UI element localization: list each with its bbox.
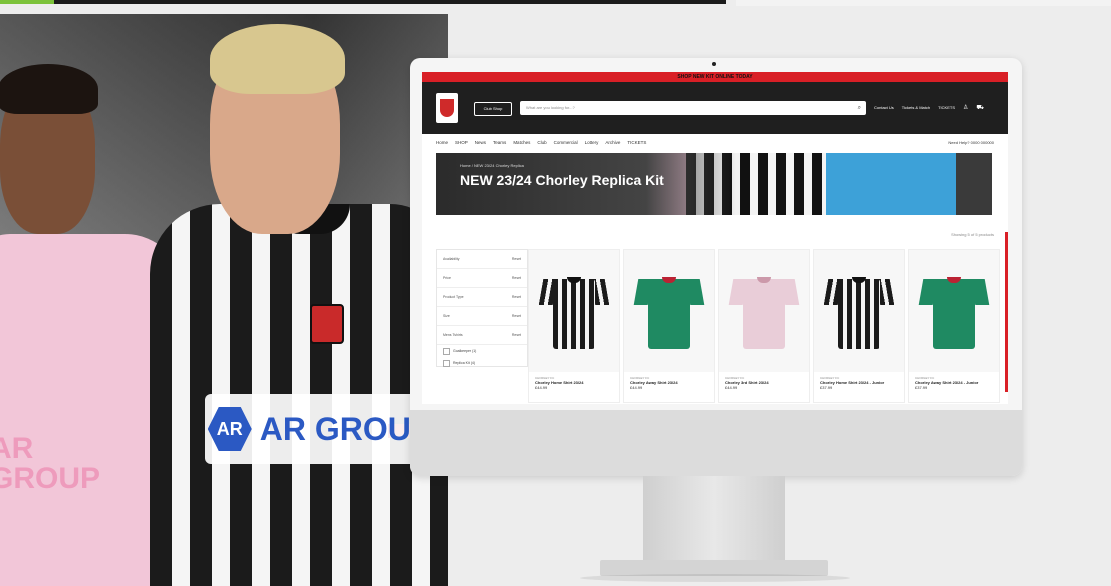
monitor-stand: [643, 476, 785, 562]
menu-item-matches[interactable]: Matches: [513, 140, 530, 145]
filter-price[interactable]: Price Reset: [437, 269, 527, 288]
hero-photo: AR GROUP AR AR GROUP: [0, 14, 448, 586]
main-menu: Home SHOP News Teams Matches Club Commer…: [436, 140, 646, 145]
menu-item-archive[interactable]: Archive: [605, 140, 620, 145]
monitor-shadow: [580, 574, 850, 582]
product-price: £37.99: [915, 385, 928, 390]
accent-bar-dark: [54, 0, 726, 4]
right-sponsor-logo: AR AR GROUP: [205, 394, 435, 464]
product-grid: CHORLEY FC Chorley Home Shirt 23/24 £44.99…: [528, 249, 1000, 403]
product-card[interactable]: CHORLEY FC Chorley Home Shirt 23/24 £44.99: [528, 249, 620, 403]
filter-mens-tshirts[interactable]: Mens Tshirts Reset: [437, 326, 527, 345]
site-header: Club Shop What are you looking for...? ⌕…: [422, 82, 1008, 134]
filter-size[interactable]: Size Reset: [437, 307, 527, 326]
product-price: £37.99: [820, 385, 833, 390]
menu-item-home[interactable]: Home: [436, 140, 448, 145]
menu-item-tickets[interactable]: TICKETS: [627, 140, 646, 145]
search-input[interactable]: What are you looking for...? ⌕: [520, 101, 866, 115]
product-card[interactable]: CHORLEY FC Chorley Home Shirt 23/24 - Jun…: [813, 249, 905, 403]
header-link-tickets-match[interactable]: Tickets & Match: [902, 102, 930, 114]
menu-item-lottery[interactable]: Lottery: [585, 140, 599, 145]
product-card[interactable]: CHORLEY FC Chorley Away Shirt 23/24 £44.99: [623, 249, 715, 403]
club-shop-button[interactable]: Club Shop: [474, 102, 512, 116]
account-icon[interactable]: ♙: [963, 102, 968, 114]
product-card[interactable]: CHORLEY FC Chorley Away Shirt 23/24 - Jun…: [908, 249, 1000, 403]
announcement-bar[interactable]: SHOP NEW KIT ONLINE TODAY: [422, 72, 1008, 82]
product-card[interactable]: CHORLEY FC Chorley 3rd Shirt 23/24 £44.99: [718, 249, 810, 403]
results-count: Showing 5 of 5 products: [951, 232, 994, 237]
header-link-tickets[interactable]: TICKETS: [938, 102, 955, 114]
search-placeholder: What are you looking for...?: [526, 105, 575, 110]
club-crest-logo[interactable]: [436, 93, 458, 123]
player-right-image: AR AR GROUP: [150, 24, 448, 586]
shirt-image: [728, 271, 800, 351]
filter-checkbox-goalkeeper[interactable]: Goalkeeper (1): [437, 345, 527, 357]
monitor-chin: [410, 410, 1022, 476]
page-title: NEW 23/24 Chorley Replica Kit: [460, 172, 664, 188]
right-sponsor-text: AR GROUP: [259, 411, 433, 447]
shirt-image: [823, 271, 895, 351]
left-sponsor-text: AR GROUP: [0, 432, 101, 495]
menu-item-commercial[interactable]: Commercial: [554, 140, 578, 145]
shirt-image: [918, 271, 990, 351]
menu-item-teams[interactable]: Teams: [493, 140, 506, 145]
header-links: Contact Us Tickets & Match TICKETS ♙ ⛟: [874, 102, 984, 114]
menu-item-news[interactable]: News: [475, 140, 486, 145]
filter-sidebar: Availability Reset Price Reset Product Typ…: [436, 249, 528, 367]
menu-item-club[interactable]: Club: [537, 140, 546, 145]
shirt-image: [538, 271, 610, 351]
help-phone[interactable]: Need Help? 0000 000000: [948, 140, 994, 145]
accent-bar-light: [736, 0, 1111, 6]
product-price: £44.99: [630, 385, 643, 390]
menu-item-shop[interactable]: SHOP: [455, 140, 468, 145]
filter-checkbox-replica-kit[interactable]: Replica Kit (4): [437, 357, 527, 369]
club-badge-icon: [310, 304, 344, 344]
filter-product-type[interactable]: Product Type Reset: [437, 288, 527, 307]
header-link-contact[interactable]: Contact Us: [874, 102, 894, 114]
imac-monitor: SHOP NEW KIT ONLINE TODAY Club Shop What…: [410, 58, 1022, 476]
page-edge-accent: [1005, 232, 1008, 392]
cart-icon[interactable]: ⛟: [976, 102, 984, 114]
product-price: £44.99: [535, 385, 548, 390]
camera-dot: [712, 62, 716, 66]
product-price: £44.99: [725, 385, 738, 390]
shirt-image: [633, 271, 705, 351]
search-icon[interactable]: ⌕: [858, 101, 861, 115]
hero-banner: Home / NEW 23/24 Chorley Replica NEW 23/…: [436, 153, 992, 215]
hexagon-logo-icon: AR: [207, 407, 252, 451]
filter-availability[interactable]: Availability Reset: [437, 250, 527, 269]
website-screen: SHOP NEW KIT ONLINE TODAY Club Shop What…: [422, 72, 1008, 404]
breadcrumb[interactable]: Home / NEW 23/24 Chorley Replica: [460, 163, 524, 168]
accent-bar-green: [0, 0, 54, 4]
